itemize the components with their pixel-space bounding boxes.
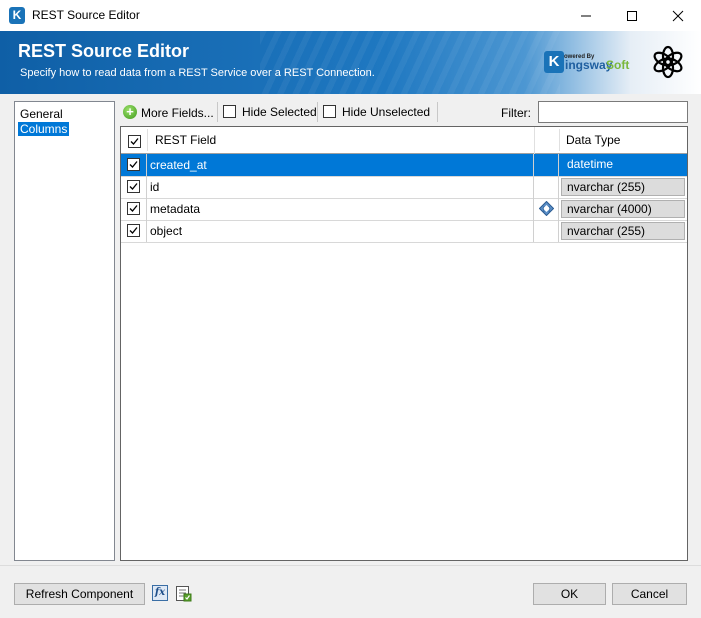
more-fields-button[interactable]: More Fields... [141,106,214,120]
data-type-value[interactable]: datetime [561,156,685,174]
row-check-cell [121,154,147,176]
svg-text:{ }: { } [542,206,552,213]
kingswaysoft-logo: K ingsway Soft [544,51,634,75]
column-header-icon [534,127,559,154]
maximize-button[interactable] [609,0,655,31]
table-row[interactable]: metadata { } nvarchar (4000) [121,198,687,221]
banner-title: REST Source Editor [18,41,190,61]
nav-item-general[interactable]: General [18,107,65,121]
hide-selected-label: Hide Selected [242,105,317,119]
refresh-component-label: Refresh Component [25,587,134,601]
close-button[interactable] [655,0,701,31]
row-checkbox[interactable] [127,180,140,193]
row-check-cell [121,198,147,220]
checkmark-icon [129,183,138,190]
cancel-button[interactable]: Cancel [612,583,687,605]
title-bar: K REST Source Editor [0,0,701,31]
ok-button[interactable]: OK [533,583,606,605]
hide-unselected-checkbox[interactable] [323,105,336,118]
data-type-cell[interactable]: nvarchar (255) [559,220,687,242]
row-checkbox[interactable] [127,158,140,171]
variables-icon[interactable] [175,585,192,602]
table-row[interactable]: object nvarchar (255) [121,220,687,243]
refresh-component-button[interactable]: Refresh Component [14,583,145,605]
nav-item-columns[interactable]: Columns [18,122,70,136]
field-icon-cell [534,176,559,198]
hide-selected-checkbox[interactable] [223,105,236,118]
add-icon[interactable]: + [123,105,137,119]
checkmark-icon [129,161,138,168]
cancel-label: Cancel [630,587,669,601]
toolbar-separator [217,102,218,122]
columns-grid: REST Field Data Type created_at datetime… [120,126,688,561]
openai-icon [653,45,683,79]
row-check-cell [121,176,147,198]
data-type-cell[interactable]: nvarchar (255) [559,176,687,198]
select-all-checkbox[interactable] [128,135,141,148]
sidebar-nav: General Columns [14,101,115,561]
row-check-cell [121,220,147,242]
filter-input[interactable] [538,101,688,123]
checkmark-icon [129,205,138,212]
ok-label: OK [560,587,579,601]
data-type-value[interactable]: nvarchar (4000) [561,200,685,218]
hide-unselected-label: Hide Unselected [342,105,431,119]
column-header-data-type[interactable]: Data Type [559,129,687,151]
close-icon [672,10,684,21]
checkmark-icon [130,138,139,145]
window-title: REST Source Editor [32,8,140,22]
maximize-icon [627,10,637,21]
footer-divider [0,565,701,566]
field-icon-cell: { } [534,198,559,220]
filter-label: Filter: [501,106,531,120]
logo-k: K [544,51,564,73]
grid-header: REST Field Data Type [121,127,687,154]
json-document-icon[interactable]: { } [539,201,554,216]
data-type-value[interactable]: nvarchar (255) [561,178,685,196]
data-type-cell[interactable]: datetime [559,154,687,176]
field-icon-cell [534,220,559,242]
field-name[interactable]: id [147,176,534,198]
minimize-icon [581,15,591,16]
toolbar-separator [437,102,438,122]
row-checkbox[interactable] [127,224,140,237]
table-row[interactable]: created_at datetime [121,154,687,177]
field-name[interactable]: created_at [147,154,534,176]
header-banner: REST Source Editor Specify how to read d… [0,31,701,94]
checkmark-icon [129,227,138,234]
table-row[interactable]: id nvarchar (255) [121,176,687,199]
column-header-rest-field[interactable]: REST Field [147,129,534,151]
field-icon-cell [534,154,559,176]
app-icon: K [9,7,25,24]
toolbar-separator [317,102,318,122]
data-type-value[interactable]: nvarchar (255) [561,222,685,240]
field-name[interactable]: object [147,220,534,242]
banner-subtitle: Specify how to read data from a REST Ser… [20,67,375,79]
banner-decoration [260,31,560,94]
field-name[interactable]: metadata [147,198,534,220]
minimize-button[interactable] [563,0,609,31]
data-type-cell[interactable]: nvarchar (4000) [559,198,687,220]
row-checkbox[interactable] [127,202,140,215]
logo-soft: Soft [606,58,630,72]
expression-fx-icon[interactable]: fx [152,585,168,601]
